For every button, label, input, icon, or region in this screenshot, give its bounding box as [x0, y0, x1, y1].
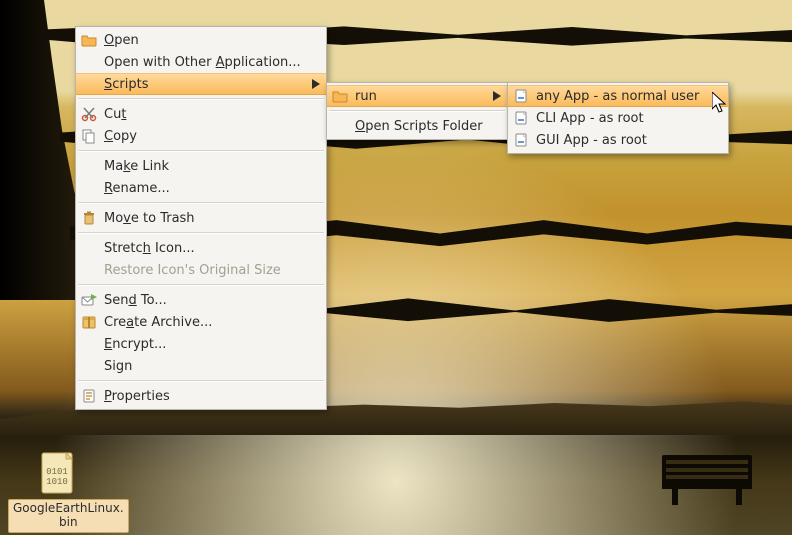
menu-separator — [78, 150, 324, 152]
menu-separator — [78, 380, 324, 382]
properties-icon — [81, 388, 97, 404]
run-gui-app-root[interactable]: GUI App - as root — [508, 129, 728, 151]
menu-separator — [78, 232, 324, 234]
svg-text:0101: 0101 — [46, 467, 68, 477]
svg-text:1010: 1010 — [46, 477, 68, 487]
menu-properties[interactable]: Properties — [76, 385, 326, 407]
menu-separator — [78, 284, 324, 286]
send-to-icon — [81, 292, 97, 308]
script-file-icon — [513, 88, 529, 104]
submenu-run-list: any App - as normal user CLI App - as ro… — [507, 82, 729, 154]
menu-send-to[interactable]: Send To... — [76, 289, 326, 311]
menu-open[interactable]: Open — [76, 29, 326, 51]
submenu-arrow-icon — [312, 79, 320, 89]
menu-move-to-trash[interactable]: Move to Trash — [76, 207, 326, 229]
menu-separator — [78, 98, 324, 100]
menu-cut[interactable]: Cut — [76, 103, 326, 125]
script-file-icon — [513, 110, 529, 126]
context-menu: Open Open with Other Application... Scri… — [75, 26, 327, 410]
copy-icon — [81, 128, 97, 144]
menu-separator — [329, 110, 505, 112]
menu-separator — [78, 202, 324, 204]
folder-icon — [332, 88, 348, 104]
desktop-file-googleearthlinux[interactable]: 0101 1010 GoogleEarthLinux.bin — [8, 450, 110, 533]
submenu-run[interactable]: run — [327, 85, 507, 107]
menu-create-archive[interactable]: Create Archive... — [76, 311, 326, 333]
trash-icon — [81, 210, 97, 226]
menu-rename[interactable]: Rename... — [76, 177, 326, 199]
submenu-arrow-icon — [493, 91, 501, 101]
menu-sign[interactable]: Sign — [76, 355, 326, 377]
submenu-scripts: run Open Scripts Folder — [326, 82, 508, 140]
submenu-open-scripts-folder[interactable]: Open Scripts Folder — [327, 115, 507, 137]
menu-scripts[interactable]: Scripts — [76, 73, 326, 95]
menu-open-with[interactable]: Open with Other Application... — [76, 51, 326, 73]
folder-icon — [81, 32, 97, 48]
menu-copy[interactable]: Copy — [76, 125, 326, 147]
archive-icon — [81, 314, 97, 330]
script-file-icon — [513, 132, 529, 148]
run-cli-app-root[interactable]: CLI App - as root — [508, 107, 728, 129]
wallpaper-bench — [662, 455, 752, 505]
run-any-app-normal-user[interactable]: any App - as normal user — [508, 85, 728, 107]
scissors-icon — [81, 106, 97, 122]
menu-restore-icon-size: Restore Icon's Original Size — [76, 259, 326, 281]
desktop[interactable]: 0101 1010 GoogleEarthLinux.bin Open Open… — [0, 0, 792, 535]
menu-encrypt[interactable]: Encrypt... — [76, 333, 326, 355]
desktop-file-label: GoogleEarthLinux.bin — [8, 499, 129, 533]
menu-make-link[interactable]: Make Link — [76, 155, 326, 177]
binary-file-icon: 0101 1010 — [36, 450, 82, 496]
menu-stretch-icon[interactable]: Stretch Icon... — [76, 237, 326, 259]
